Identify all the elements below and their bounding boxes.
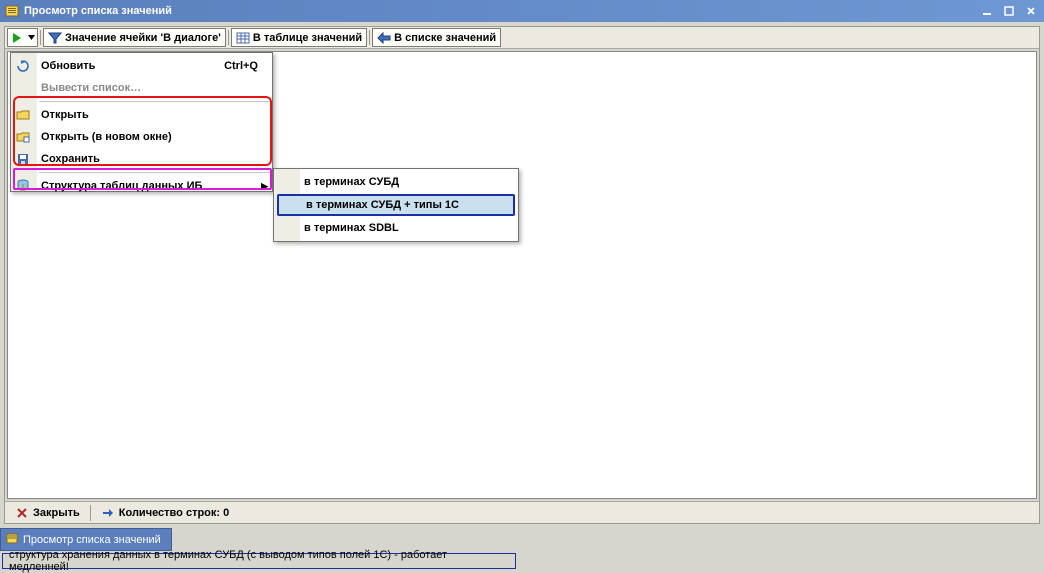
task-tab[interactable]: Просмотр списка значений bbox=[0, 528, 172, 551]
run-dropdown-button[interactable] bbox=[7, 28, 38, 47]
submenu-sdbl-label: в терминах SDBL bbox=[304, 222, 504, 234]
db-structure-submenu: в терминах СУБД в терминах СУБД + типы 1… bbox=[273, 168, 519, 242]
arrow-right-icon bbox=[101, 506, 115, 520]
minimize-button[interactable] bbox=[978, 3, 996, 19]
menu-separator bbox=[39, 101, 270, 102]
menu-save-label: Сохранить bbox=[41, 153, 258, 165]
refresh-icon bbox=[15, 58, 31, 74]
db-structure-icon bbox=[15, 178, 31, 194]
close-button[interactable] bbox=[1022, 3, 1040, 19]
submenu-item-subd[interactable]: в терминах СУБД bbox=[274, 171, 518, 193]
folder-open-icon bbox=[15, 107, 31, 123]
status-bar: структура хранения данных в терминах СУБ… bbox=[2, 553, 516, 569]
back-arrow-icon bbox=[377, 31, 391, 45]
menu-open-new-label: Открыть (в новом окне) bbox=[41, 131, 258, 143]
submenu-item-sdbl[interactable]: в терминах SDBL bbox=[274, 217, 518, 239]
menu-separator bbox=[39, 172, 270, 173]
window-controls bbox=[978, 3, 1040, 19]
main-menu: Обновить Ctrl+Q Вывести список… Открыть … bbox=[10, 52, 273, 192]
submenu-subd-1c-label: в терминах СУБД + типы 1С bbox=[306, 199, 499, 211]
bottom-separator bbox=[90, 505, 91, 521]
menu-item-refresh[interactable]: Обновить Ctrl+Q bbox=[11, 55, 272, 77]
task-tab-label: Просмотр списка значений bbox=[23, 534, 161, 546]
table-icon bbox=[236, 31, 250, 45]
close-inner-label: Закрыть bbox=[33, 507, 80, 519]
filter-icon bbox=[48, 31, 62, 45]
status-text: структура хранения данных в терминах СУБ… bbox=[9, 549, 509, 573]
in-table-button[interactable]: В таблице значений bbox=[231, 28, 367, 47]
menu-item-db-structure[interactable]: Структура таблиц данных ИБ ▶ bbox=[11, 175, 272, 197]
menu-db-structure-label: Структура таблиц данных ИБ bbox=[41, 180, 258, 192]
in-list-label: В списке значений bbox=[394, 32, 496, 44]
toolbar: Значение ячейки 'В диалоге' В таблице зн… bbox=[5, 27, 1039, 49]
menu-export-label: Вывести список… bbox=[41, 82, 258, 94]
toolbar-separator bbox=[369, 30, 370, 45]
menu-item-save[interactable]: Сохранить bbox=[11, 148, 272, 170]
toolbar-separator bbox=[228, 30, 229, 45]
titlebar: Просмотр списка значений bbox=[0, 0, 1044, 22]
chevron-down-icon bbox=[27, 35, 35, 40]
submenu-subd-label: в терминах СУБД bbox=[304, 176, 504, 188]
submenu-arrow-icon: ▶ bbox=[261, 181, 268, 192]
bottom-toolbar: Закрыть Количество строк: 0 bbox=[5, 501, 1039, 523]
save-icon bbox=[15, 151, 31, 167]
row-count-label: Количество строк: 0 bbox=[119, 507, 229, 519]
menu-refresh-shortcut: Ctrl+Q bbox=[224, 60, 258, 72]
task-tab-icon bbox=[5, 531, 19, 548]
menu-item-export-list: Вывести список… bbox=[11, 77, 272, 99]
in-table-label: В таблице значений bbox=[253, 32, 362, 44]
cell-value-button[interactable]: Значение ячейки 'В диалоге' bbox=[43, 28, 226, 47]
row-count-indicator[interactable]: Количество строк: 0 bbox=[95, 504, 235, 522]
folder-new-window-icon bbox=[15, 129, 31, 145]
play-icon bbox=[10, 31, 24, 45]
toolbar-separator bbox=[40, 30, 41, 45]
menu-item-open[interactable]: Открыть bbox=[11, 104, 272, 126]
app-icon bbox=[4, 3, 20, 19]
cell-value-label: Значение ячейки 'В диалоге' bbox=[65, 32, 221, 44]
close-icon bbox=[15, 506, 29, 520]
menu-open-label: Открыть bbox=[41, 109, 258, 121]
in-list-button[interactable]: В списке значений bbox=[372, 28, 501, 47]
menu-item-open-new-window[interactable]: Открыть (в новом окне) bbox=[11, 126, 272, 148]
close-inner-button[interactable]: Закрыть bbox=[9, 504, 86, 522]
task-tab-area: Просмотр списка значений bbox=[0, 528, 172, 548]
menu-refresh-label: Обновить bbox=[41, 60, 204, 72]
maximize-button[interactable] bbox=[1000, 3, 1018, 19]
window-title: Просмотр списка значений bbox=[24, 5, 978, 17]
submenu-item-subd-1c[interactable]: в терминах СУБД + типы 1С bbox=[277, 194, 515, 216]
